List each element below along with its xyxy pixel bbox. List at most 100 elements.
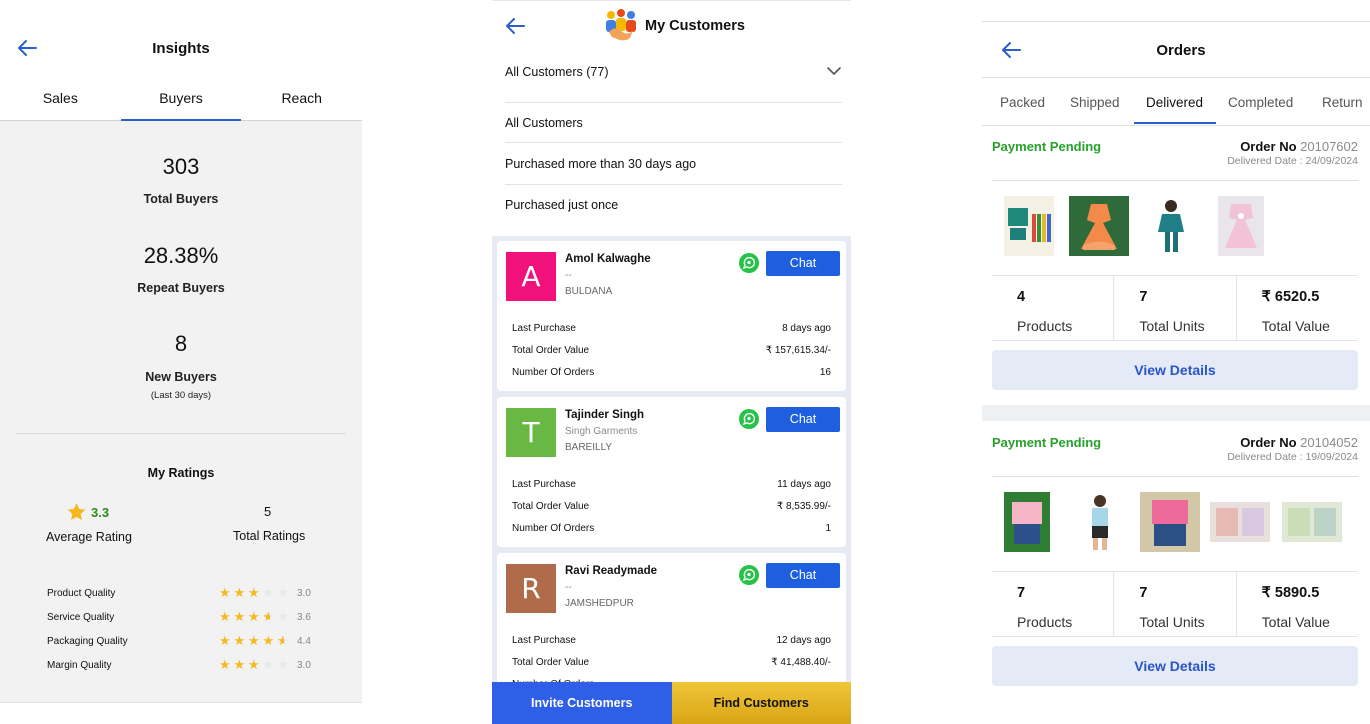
order-number: Order No 20104052 [1240, 435, 1358, 450]
product-thumbnail[interactable] [1078, 492, 1122, 552]
order-summary: 7 Products 7 Total Units ₹ 5890.5 Total Val… [992, 571, 1358, 637]
invite-customers-button[interactable]: Invite Customers [492, 682, 672, 724]
star-icon: ★ [233, 585, 246, 601]
divider [992, 180, 1358, 181]
star-icon: ★ [219, 609, 231, 625]
customer-list: A Amol Kalwaghe -- BULDANA Chat Last Pur… [492, 236, 851, 684]
insights-screen: Insights Sales Buyers Reach 303 Total Bu… [0, 0, 362, 724]
chat-button[interactable]: Chat [766, 251, 840, 276]
chat-button[interactable]: Chat [766, 563, 840, 588]
product-thumbnail[interactable] [1282, 502, 1342, 542]
star-icon: ★ [248, 657, 260, 673]
back-arrow-icon[interactable] [504, 16, 526, 36]
customer-card[interactable]: A Amol Kalwaghe -- BULDANA Chat Last Pur… [497, 241, 846, 391]
page-title: Orders [1156, 42, 1206, 59]
tab-return[interactable]: Return [1322, 95, 1363, 110]
order-number-value: 20104052 [1300, 435, 1358, 450]
tab-buyers[interactable]: Buyers [120, 75, 242, 121]
units-label: Total Units [1139, 318, 1205, 334]
tab-completed[interactable]: Completed [1228, 95, 1293, 110]
new-buyers-label: New Buyers [145, 370, 217, 384]
star-icon [67, 503, 86, 521]
star-icon: ★ [262, 633, 275, 649]
star-icon: ★ [233, 609, 246, 625]
product-thumbnail[interactable] [1069, 196, 1129, 256]
delivered-date: Delivered Date : 24/09/2024 [1227, 155, 1358, 167]
tab-shipped[interactable]: Shipped [1070, 95, 1120, 110]
product-thumbnail[interactable] [1146, 196, 1196, 256]
repeat-buyers-label: Repeat Buyers [137, 281, 225, 295]
star-icon: ★ [233, 633, 246, 649]
total-ratings-value: 5 [264, 504, 272, 519]
quality-value: 3.0 [297, 587, 311, 599]
tab-delivered[interactable]: Delivered [1146, 95, 1203, 110]
customer-card[interactable]: T Tajinder Singh Singh Garments BAREILLY… [497, 397, 846, 547]
repeat-buyers-value: 28.38% [143, 243, 219, 268]
order-card: Payment Pending Order No 20104052 Delive… [982, 422, 1370, 706]
value-cell: ₹ 6520.5 Total Value [1235, 276, 1358, 340]
units-cell: 7 Total Units [1113, 276, 1235, 340]
tab-sales[interactable]: Sales [0, 75, 121, 120]
tab-packed[interactable]: Packed [1000, 95, 1045, 110]
product-thumbnail[interactable] [1210, 502, 1270, 542]
chevron-down-icon[interactable] [827, 66, 841, 76]
product-thumbnail[interactable] [1004, 492, 1050, 552]
product-thumbnail[interactable] [1140, 492, 1200, 552]
customer-card[interactable]: R Ravi Readymade -- JAMSHEDPUR Chat Last… [497, 553, 846, 684]
total-buyers-value: 303 [162, 154, 200, 179]
customers-screen: My Customers All Customers (77) All Cust… [492, 0, 851, 724]
last-purchase-value: 11 days ago [777, 479, 831, 490]
products-label: Products [1017, 318, 1073, 334]
total-order-value-row: Total Order Value ₹ 8,535.99/- [512, 501, 831, 512]
quality-label: Margin Quality [47, 659, 112, 671]
order-card: Payment Pending Order No 20107602 Delive… [982, 126, 1370, 410]
star-icon: ★ [263, 611, 278, 624]
customer-filter-select[interactable]: All Customers (77) [505, 65, 609, 79]
order-number-value: 20107602 [1300, 139, 1358, 154]
last-purchase-value: 12 days ago [776, 635, 832, 646]
star-icon: ★ [262, 657, 275, 673]
star-icon: ★ [277, 657, 289, 673]
view-details-button[interactable]: View Details [992, 646, 1358, 686]
value-cell: ₹ 5890.5 Total Value [1235, 572, 1358, 636]
find-customers-button[interactable]: Find Customers [671, 682, 851, 724]
product-thumbnail[interactable] [1004, 196, 1054, 256]
ratings-title: My Ratings [147, 466, 215, 480]
avatar: T [506, 408, 556, 457]
quality-label: Product Quality [47, 587, 116, 599]
products-count: 7 [1017, 585, 1026, 601]
filter-option-all[interactable]: All Customers [505, 102, 842, 143]
star-icon: ★ [248, 633, 260, 649]
total-order-value: ₹ 157,615.34/- [765, 345, 831, 356]
star-icon: ★ [219, 657, 231, 673]
view-details-button[interactable]: View Details [992, 350, 1358, 390]
last-purchase-row: Last Purchase 8 days ago [512, 323, 831, 334]
total-order-value-label: Total Order Value [512, 345, 590, 356]
star-rating: ★ ★ ★ ★ ★ [219, 587, 297, 600]
last-purchase-label: Last Purchase [512, 635, 576, 646]
products-cell: 4 Products [992, 276, 1113, 340]
quality-value: 3.6 [297, 611, 311, 623]
tab-reach[interactable]: Reach [241, 75, 362, 120]
products-label: Products [1017, 614, 1073, 630]
whatsapp-icon[interactable] [738, 564, 760, 586]
product-thumbnail[interactable] [1218, 196, 1264, 256]
whatsapp-icon[interactable] [738, 408, 760, 430]
average-rating: 3.3 [66, 502, 109, 522]
star-rating: ★ ★ ★ ★ ★ [219, 659, 297, 672]
order-number-label: Order No [1240, 139, 1297, 154]
chat-button[interactable]: Chat [766, 407, 840, 432]
page-title: Insights [152, 40, 210, 57]
payment-status: Payment Pending [992, 435, 1102, 450]
star-icon: ★ [277, 635, 292, 648]
top-border [982, 21, 1370, 22]
star-icon: ★ [248, 609, 260, 625]
order-summary: 4 Products 7 Total Units ₹ 6520.5 Total Val… [992, 275, 1358, 341]
number-of-orders-label: Number Of Orders [512, 523, 595, 534]
customer-name: Tajinder Singh [565, 409, 645, 421]
quality-rating-row: Margin Quality ★ ★ ★ ★ ★ 3.0 [47, 657, 337, 673]
filter-option-once[interactable]: Purchased just once [505, 185, 842, 226]
whatsapp-icon[interactable] [738, 252, 760, 274]
customer-business: Singh Garments [565, 426, 638, 437]
filter-option-30-days[interactable]: Purchased more than 30 days ago [505, 144, 842, 185]
